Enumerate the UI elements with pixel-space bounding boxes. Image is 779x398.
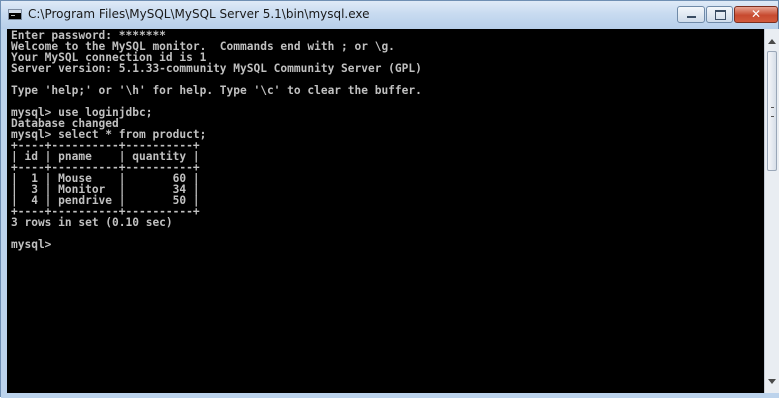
window-title: C:\Program Files\MySQL\MySQL Server 5.1\… bbox=[28, 7, 370, 21]
title-bar[interactable]: C:\Program Files\MySQL\MySQL Server 5.1\… bbox=[1, 1, 778, 29]
grip-icon bbox=[771, 107, 774, 117]
console-line: Server version: 5.1.33-community MySQL C… bbox=[11, 62, 422, 75]
console-window: C:\Program Files\MySQL\MySQL Server 5.1\… bbox=[0, 0, 779, 398]
close-button[interactable]: ✕ bbox=[734, 6, 778, 23]
minimize-button[interactable] bbox=[677, 6, 705, 23]
console-line: Type 'help;' or '\h' for help. Type '\c'… bbox=[11, 84, 422, 97]
console-app-icon[interactable] bbox=[8, 9, 22, 20]
window-bottom-frame bbox=[1, 393, 779, 398]
vertical-scrollbar[interactable] bbox=[764, 29, 779, 393]
close-icon: ✕ bbox=[750, 7, 762, 21]
mysql-prompt[interactable]: mysql> bbox=[11, 239, 51, 250]
maximize-button[interactable] bbox=[706, 6, 733, 23]
scroll-down-arrow-icon[interactable] bbox=[768, 379, 776, 384]
console-line: 3 rows in set (0.10 sec) bbox=[11, 216, 173, 229]
console-output[interactable]: Enter password: ******* Welcome to the M… bbox=[7, 29, 764, 393]
scroll-thumb[interactable] bbox=[767, 51, 777, 171]
scroll-up-arrow-icon[interactable] bbox=[768, 39, 776, 44]
